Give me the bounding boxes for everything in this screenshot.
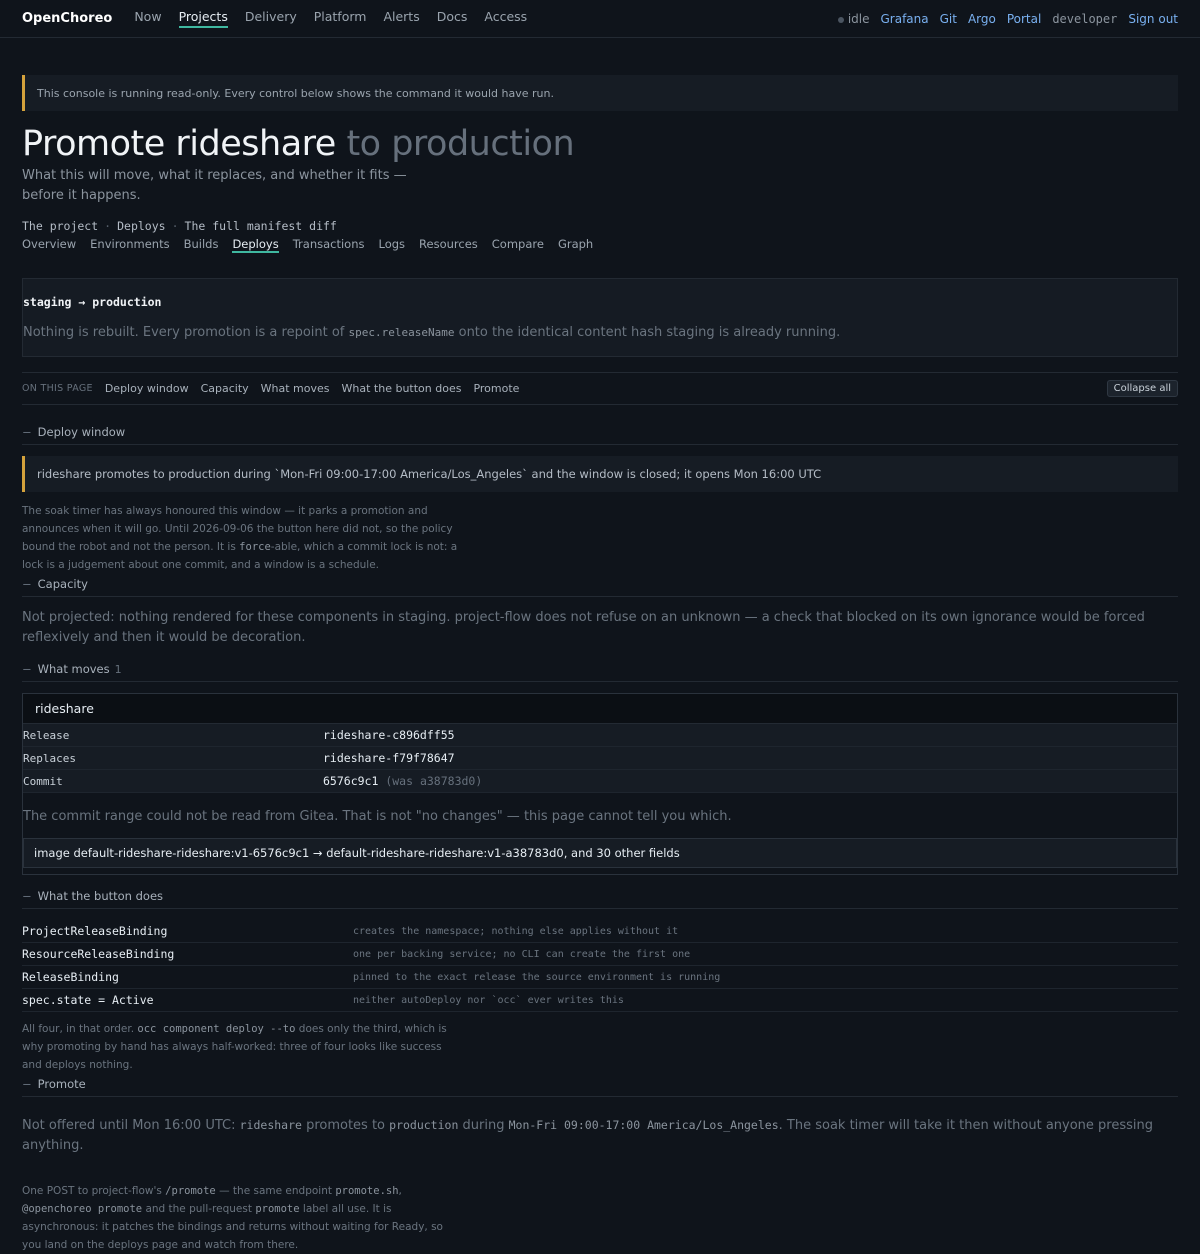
section-button-does-header[interactable]: − What the button does — [22, 886, 1178, 909]
promote-status: Not offered until Mon 16:00 UTC: ridesha… — [22, 1118, 1154, 1153]
project-tabs: Overview Environments Builds Deploys Tra… — [22, 237, 1178, 253]
list-item: spec.state = Active neither autoDeploy no… — [22, 989, 1178, 1012]
read-only-banner: This console is running read-only. Every… — [22, 75, 1178, 111]
sign-out-link[interactable]: Sign out — [1128, 12, 1178, 26]
collapse-all-button[interactable]: Collapse all — [1106, 380, 1178, 397]
status-indicator: idle — [837, 11, 870, 26]
nav-platform[interactable]: Platform — [314, 9, 367, 28]
link-portal[interactable]: Portal — [1007, 12, 1041, 26]
crumb-project[interactable]: The project — [22, 219, 98, 233]
jump-what-button-does[interactable]: What the button does — [342, 382, 462, 395]
component-name: rideshare — [23, 694, 1177, 724]
nav-access[interactable]: Access — [484, 9, 527, 28]
status-text: idle — [847, 11, 870, 26]
link-git[interactable]: Git — [940, 12, 957, 26]
page-subtitle: What this will move, what it replaces, a… — [22, 168, 407, 203]
promote-note: One POST to project-flow's /promote — th… — [22, 1185, 443, 1251]
jump-what-moves[interactable]: What moves — [261, 382, 330, 395]
current-user: developer — [1052, 11, 1118, 26]
table-row: Replaces rideshare-f79f78647 — [23, 747, 1177, 770]
tab-builds[interactable]: Builds — [184, 237, 219, 253]
list-item: ResourceReleaseBinding one per backing se… — [22, 943, 1178, 966]
collapse-icon: − — [22, 577, 32, 591]
tab-logs[interactable]: Logs — [378, 237, 405, 253]
nav-delivery[interactable]: Delivery — [245, 9, 297, 28]
jump-promote[interactable]: Promote — [473, 382, 519, 395]
section-capacity-header[interactable]: − Capacity — [22, 574, 1178, 597]
page-title: Promote rideshare to production — [22, 124, 1178, 164]
table-row: Commit 6576c9c1 (was a38783d0) — [23, 770, 1177, 793]
what-moves-count: 1 — [114, 663, 122, 676]
page-title-target: to production — [335, 124, 575, 164]
promotion-route: staging → production — [23, 295, 162, 309]
nav-docs[interactable]: Docs — [437, 9, 468, 28]
button-does-note: All four, in that order. occ component d… — [22, 1023, 447, 1071]
tab-deploys[interactable]: Deploys — [232, 237, 279, 253]
brand-logo[interactable]: OpenChoreo — [22, 11, 112, 26]
tab-compare[interactable]: Compare — [492, 237, 544, 253]
link-argo[interactable]: Argo — [968, 12, 996, 26]
promotion-summary: staging → production Nothing is rebuilt.… — [22, 278, 1178, 357]
collapse-icon: − — [22, 1077, 32, 1091]
tab-graph[interactable]: Graph — [558, 237, 593, 253]
section-deploy-window-header[interactable]: − Deploy window — [22, 422, 1178, 445]
table-row: Release rideshare-c896dff55 — [23, 724, 1177, 747]
nav-now[interactable]: Now — [134, 9, 161, 28]
collapse-icon: − — [22, 425, 32, 439]
list-item: ReleaseBinding pinned to the exact releas… — [22, 966, 1178, 989]
section-what-moves-header[interactable]: − What moves 1 — [22, 659, 1178, 682]
promotion-description: Nothing is rebuilt. Every promotion is a… — [23, 325, 841, 340]
section-promote-header[interactable]: − Promote — [22, 1074, 1178, 1097]
link-grafana[interactable]: Grafana — [880, 12, 928, 26]
tab-overview[interactable]: Overview — [22, 237, 76, 253]
deploy-window-note: The soak timer has always honoured this … — [22, 505, 458, 571]
top-bar: OpenChoreo Now Projects Delivery Platfor… — [0, 0, 1200, 38]
main-content: This console is running read-only. Every… — [0, 75, 1200, 1254]
capacity-text: Not projected: nothing rendered for thes… — [22, 610, 1145, 645]
status-dot-icon — [837, 16, 844, 23]
binding-list: ProjectReleaseBinding creates the namespa… — [22, 920, 1178, 1012]
tab-environments[interactable]: Environments — [90, 237, 169, 253]
crumb-deploys[interactable]: Deploys — [117, 219, 165, 233]
gitea-note: The commit range could not be read from … — [23, 809, 732, 824]
deploy-window-notice: rideshare promotes to production during … — [22, 456, 1178, 492]
tab-transactions[interactable]: Transactions — [293, 237, 365, 253]
crumb-manifest-diff[interactable]: The full manifest diff — [185, 219, 337, 233]
nav-projects[interactable]: Projects — [178, 9, 228, 28]
on-this-page-nav: ON THIS PAGE Deploy window Capacity What… — [22, 372, 1178, 405]
page-title-main: Promote rideshare — [22, 124, 336, 164]
main-nav: Now Projects Delivery Platform Alerts Do… — [134, 9, 527, 28]
collapse-icon: − — [22, 889, 32, 903]
on-this-page-label: ON THIS PAGE — [22, 383, 93, 394]
nav-alerts[interactable]: Alerts — [383, 9, 419, 28]
what-moves-card: rideshare Release rideshare-c896dff55 Rep… — [22, 693, 1178, 875]
collapse-icon: − — [22, 662, 32, 676]
jump-capacity[interactable]: Capacity — [201, 382, 249, 395]
breadcrumb: The project · Deploys · The full manifest di… — [22, 219, 337, 233]
image-diff-summary[interactable]: image default-rideshare-rideshare:v1-657… — [23, 838, 1177, 868]
right-nav: idle Grafana Git Argo Portal developer S… — [837, 11, 1178, 26]
list-item: ProjectReleaseBinding creates the namespa… — [22, 920, 1178, 943]
jump-deploy-window[interactable]: Deploy window — [105, 382, 189, 395]
tab-resources[interactable]: Resources — [419, 237, 478, 253]
